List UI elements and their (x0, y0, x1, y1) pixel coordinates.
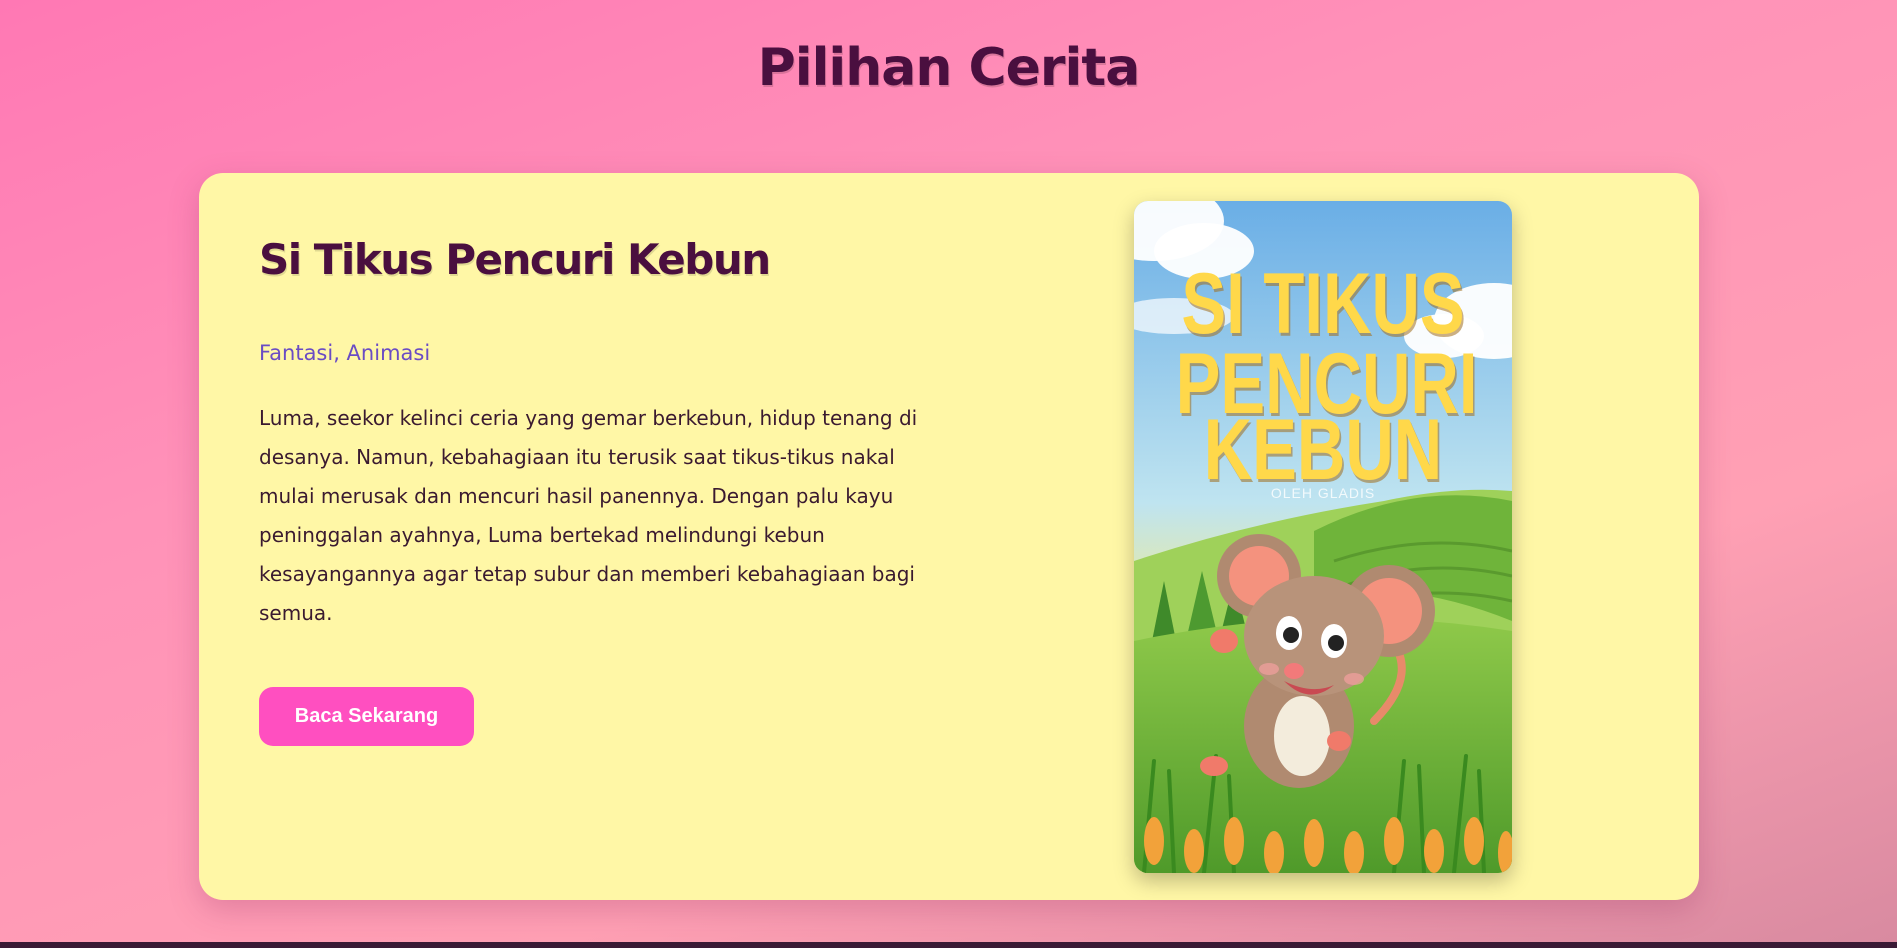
story-description: Luma, seekor kelinci ceria yang gemar be… (259, 406, 918, 625)
story-card: Si Tikus Pencuri Kebun Fantasi, Animasi … (199, 173, 1699, 900)
story-cover-image[interactable]: SI TIKUS PENCURI KEBUN OLEH GLADIS (1134, 201, 1512, 873)
story-title: Si Tikus Pencuri Kebun (259, 235, 771, 284)
bottom-bar (0, 942, 1897, 948)
read-now-button[interactable]: Baca Sekarang (259, 687, 474, 746)
page-title: Pilihan Cerita (757, 38, 1141, 98)
cover-title-line3: KEBUN (1203, 402, 1443, 498)
story-genre: Fantasi, Animasi (259, 341, 431, 365)
cover-title-line1: SI TIKUS (1181, 256, 1465, 352)
cover-author: OLEH GLADIS (1270, 485, 1376, 501)
